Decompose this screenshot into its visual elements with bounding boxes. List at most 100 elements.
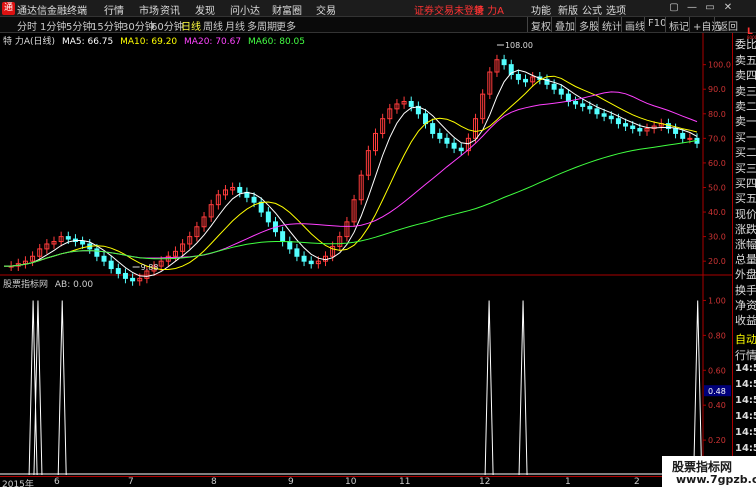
indicator-tick-label: 1.00 — [708, 296, 726, 305]
current-value-label: 0.48 — [708, 387, 726, 396]
candle-body — [430, 123, 436, 134]
indicator-tick-label: 0.60 — [708, 366, 726, 375]
quote-field-label: 外盘 — [735, 268, 756, 281]
indicator-tick-label: 0.20 — [708, 436, 726, 445]
period-weekly[interactable]: 周线 — [203, 18, 223, 33]
date-label: 12 — [479, 477, 491, 487]
candle-body — [458, 147, 464, 152]
tool-fuquan[interactable]: 复权 — [527, 17, 554, 33]
candle-body — [515, 73, 521, 80]
candle-body — [280, 231, 286, 243]
menu-xinban[interactable]: 新版 — [558, 2, 578, 17]
menu-caifuquan[interactable]: 财富圈 — [272, 2, 302, 17]
date-label: 6 — [54, 477, 60, 487]
indicator-spike — [484, 300, 494, 476]
kline-chart[interactable]: 100.0 90.0 80.0 70.0 60.0 50.0 40.0 30.0 20.0 108… — [0, 33, 732, 477]
price-tick-label: 90.0 — [708, 85, 726, 94]
menu-jiaoyi[interactable]: 交易 — [316, 2, 336, 17]
menu-zixun[interactable]: 资讯 — [160, 2, 180, 17]
period-15min[interactable]: 15分钟 — [91, 18, 124, 33]
date-label: 10 — [345, 477, 357, 487]
candle-body — [101, 255, 107, 262]
tool-biaoji[interactable]: 标记 — [665, 17, 692, 33]
app-logo-icon: 通 — [2, 2, 15, 15]
price-tick-label: 50.0 — [708, 183, 726, 192]
candle-body — [437, 132, 443, 139]
quote-field-label: 买二 — [735, 146, 756, 159]
period-30min[interactable]: 30分钟 — [122, 18, 155, 33]
period-more[interactable]: 更多 — [276, 18, 296, 33]
date-label: 7 — [128, 477, 134, 487]
price-tick-label: 20.0 — [708, 257, 726, 266]
tool-fanhui[interactable]: 返回 — [714, 17, 741, 33]
menu-gongneng[interactable]: 功能 — [531, 2, 551, 17]
ma60-value: MA60: 80.05 — [247, 37, 306, 47]
quote-field-label: 14:50 — [735, 395, 756, 406]
menu-xuanxiang[interactable]: 选项 — [606, 2, 626, 17]
close-icon[interactable]: ✕ — [722, 2, 734, 14]
menu-wenxiaoda[interactable]: 问小达 — [230, 2, 260, 17]
quote-field-label: 卖五 — [735, 54, 756, 67]
quote-field-label: 行情 — [735, 349, 756, 362]
quote-field-label: 收益 — [735, 314, 756, 327]
quote-field-label: 卖四 — [735, 69, 756, 82]
minimize-icon[interactable]: — — [686, 2, 698, 14]
period-multi[interactable]: 多周期 — [247, 18, 277, 33]
candle-body — [308, 260, 314, 265]
candle-body — [587, 105, 593, 110]
period-daily[interactable]: 日线 — [181, 18, 201, 33]
period-60min[interactable]: 60分钟 — [151, 18, 184, 33]
menu-hangqing[interactable]: 行情 — [104, 2, 124, 17]
period-1min[interactable]: 1分钟 — [40, 18, 66, 33]
candle-body — [601, 113, 607, 117]
indicator-spike — [518, 300, 528, 476]
candle-body — [251, 196, 257, 203]
quote-field-label: 现价 — [735, 208, 756, 221]
candle-body — [623, 123, 629, 127]
tool-diejia[interactable]: 叠加 — [551, 17, 578, 33]
title-bar: 通 通达信金融终端 行情 市场 资讯 发现 问小达 财富圈 交易 证券交易未登录… — [0, 0, 756, 17]
quote-field-label: 买一 — [735, 131, 756, 144]
date-label: 1 — [565, 477, 571, 487]
date-label: 9 — [288, 477, 294, 487]
candle-body — [287, 241, 293, 250]
indicator-tick-label: 0.40 — [708, 401, 726, 410]
quote-field-label: 涨幅 — [735, 238, 756, 251]
menu-faxian[interactable]: 发现 — [195, 2, 215, 17]
restore-icon[interactable]: ▢ — [668, 2, 680, 14]
quote-field-label: 14:50 — [735, 379, 756, 390]
quote-field-label: 总量 — [735, 253, 756, 266]
candle-body — [80, 241, 86, 245]
site-watermark: 股票指标网 www.7gpzb.com — [662, 456, 756, 487]
date-axis: 2015年 6 7 8 9 10 11 12 1 2 — [0, 476, 662, 487]
ma5-value: MA5: 66.75 — [61, 37, 114, 47]
indicator-spike — [57, 300, 67, 476]
menu-shichang[interactable]: 市场 — [139, 2, 159, 17]
quote-field-label: 涨跌 — [735, 223, 756, 236]
quote-field-label: 换手 — [735, 284, 756, 297]
menu-gongshi[interactable]: 公式 — [582, 2, 602, 17]
period-5min[interactable]: 5分钟 — [66, 18, 92, 33]
quote-field-label: 14:50 — [735, 427, 756, 438]
stock-name: 特 力A — [474, 6, 505, 17]
date-label: 11 — [399, 477, 411, 487]
candle-body — [294, 248, 300, 257]
indicator-name: 股票指标网 — [3, 280, 49, 290]
ma20-value: MA20: 70.67 — [184, 37, 242, 47]
candle-body — [501, 59, 507, 66]
ma10-value: MA10: 69.20 — [120, 37, 178, 47]
price-tick-label: 80.0 — [708, 110, 726, 119]
candle-body — [687, 137, 693, 140]
period-monthly[interactable]: 月线 — [225, 18, 245, 33]
ma-info-bar: 特 力A(日线) MA5: 66.75 MA10: 69.20 MA20: 70… — [0, 34, 306, 47]
candle-body — [451, 142, 457, 149]
low-marker-label: 9.88 — [141, 263, 159, 272]
ma5-line — [4, 69, 698, 277]
date-label: 2 — [634, 477, 640, 487]
quote-field-label: 净资 — [735, 299, 756, 312]
candle-body — [65, 236, 71, 240]
period-fenshi[interactable]: 分时 — [17, 18, 37, 33]
price-tick-label: 30.0 — [708, 233, 726, 242]
candle-body — [680, 132, 686, 139]
maximize-icon[interactable]: ▭ — [704, 2, 716, 14]
